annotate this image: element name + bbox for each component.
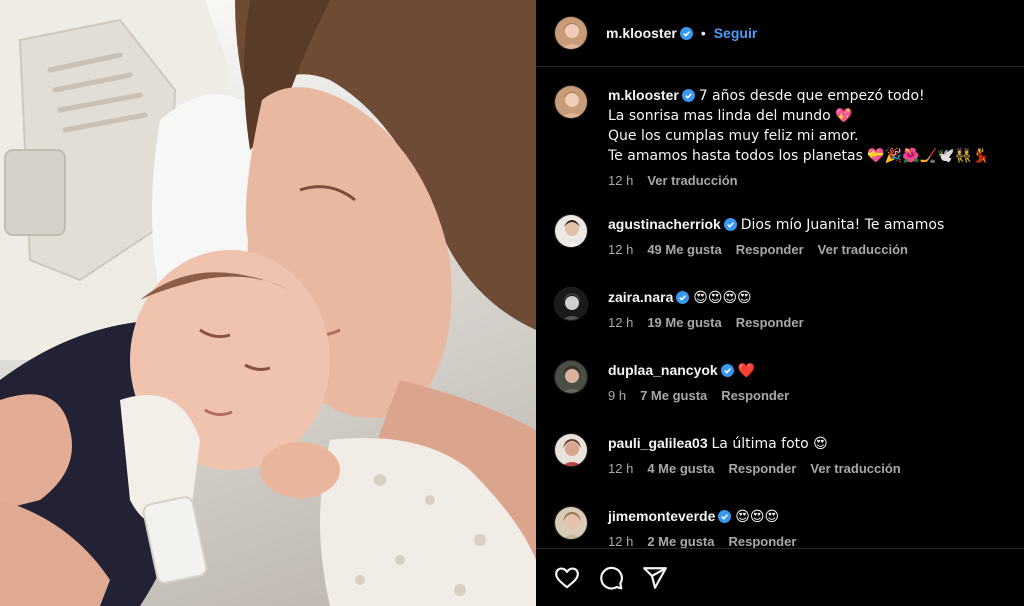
comment-item: agustinacherriok Dios mío Juanita! Te am… [554, 214, 1014, 258]
comment-time[interactable]: 12 h [608, 534, 633, 548]
comment-time[interactable]: 9 h [608, 388, 626, 404]
verified-badge-icon [718, 510, 732, 523]
separator-dot: • [700, 25, 706, 41]
caption-time[interactable]: 12 h [608, 173, 633, 189]
comment-time[interactable]: 12 h [608, 242, 633, 258]
heart-icon[interactable] [554, 565, 580, 591]
comment-username[interactable]: zaira.nara [608, 289, 673, 305]
comment-username[interactable]: duplaa_nancyok [608, 362, 718, 378]
comment-username[interactable]: pauli_galilea03 [608, 435, 708, 451]
follow-button[interactable]: Seguir [714, 25, 758, 41]
comment-text: 😍😍😍 [735, 509, 780, 525]
verified-badge-icon [676, 291, 690, 304]
comment-time[interactable]: 12 h [608, 315, 633, 331]
comment-text: 😍😍😍😍 [693, 290, 752, 306]
comment-likes[interactable]: 2 Me gusta [647, 534, 714, 548]
author-avatar[interactable] [554, 16, 588, 50]
comment-likes[interactable]: 19 Me gusta [647, 315, 721, 331]
verified-badge-icon [681, 89, 695, 102]
verified-badge-icon [679, 26, 693, 40]
commenter-avatar[interactable] [554, 214, 588, 248]
reply-button[interactable]: Responder [729, 461, 797, 477]
translate-button[interactable]: Ver traducción [647, 173, 737, 189]
translate-button[interactable]: Ver traducción [818, 242, 908, 258]
reply-button[interactable]: Responder [721, 388, 789, 404]
comment-text: Dios mío Juanita! Te amamos [740, 217, 945, 233]
commenter-avatar[interactable] [554, 506, 588, 540]
commenter-avatar[interactable] [554, 433, 588, 467]
comment-item: pauli_galilea03 La última foto 😍 12 h 4 … [554, 433, 1014, 477]
share-icon[interactable] [642, 565, 668, 591]
post-photo [0, 0, 536, 606]
commenter-avatar[interactable] [554, 360, 588, 394]
comment-text: ❤️ [737, 363, 756, 379]
caption: m.klooster 7 años desde que empezó todo!… [554, 85, 1014, 189]
translate-button[interactable]: Ver traducción [810, 461, 900, 477]
comment-item: zaira.nara 😍😍😍😍 12 h 19 Me gusta Respond… [554, 287, 1014, 331]
comment-item: duplaa_nancyok ❤️ 9 h 7 Me gusta Respond… [554, 360, 1014, 404]
reply-button[interactable]: Responder [736, 242, 804, 258]
comment-item: jimemonteverde 😍😍😍 12 h 2 Me gusta Respo… [554, 506, 1014, 548]
comments-list[interactable]: m.klooster 7 años desde que empezó todo!… [536, 67, 1024, 548]
comment-likes[interactable]: 4 Me gusta [647, 461, 714, 477]
comment-likes[interactable]: 7 Me gusta [640, 388, 707, 404]
action-bar [536, 548, 1024, 606]
caption-username[interactable]: m.klooster [608, 87, 679, 103]
post-panel: m.klooster • Seguir m.klooster 7 años de… [536, 0, 1024, 606]
author-username[interactable]: m.klooster [606, 25, 677, 41]
comment-text: La última foto 😍 [711, 436, 828, 452]
caption-line: Te amamos hasta todos los planetas 💝🎉🌺🏒🕊… [608, 148, 990, 164]
comment-username[interactable]: jimemonteverde [608, 508, 715, 524]
comment-time[interactable]: 12 h [608, 461, 633, 477]
verified-badge-icon [723, 218, 737, 231]
commenter-avatar[interactable] [554, 287, 588, 321]
post-header: m.klooster • Seguir [536, 0, 1024, 67]
comment-likes[interactable]: 49 Me gusta [647, 242, 721, 258]
author-avatar[interactable] [554, 85, 588, 119]
caption-line: 7 años desde que empezó todo! [698, 88, 925, 104]
comment-icon[interactable] [598, 565, 624, 591]
comment-username[interactable]: agustinacherriok [608, 216, 721, 232]
caption-line: Que los cumplas muy feliz mi amor. [608, 128, 859, 144]
reply-button[interactable]: Responder [736, 315, 804, 331]
verified-badge-icon [720, 364, 734, 377]
reply-button[interactable]: Responder [729, 534, 797, 548]
caption-line: La sonrisa mas linda del mundo 💖 [608, 108, 853, 124]
